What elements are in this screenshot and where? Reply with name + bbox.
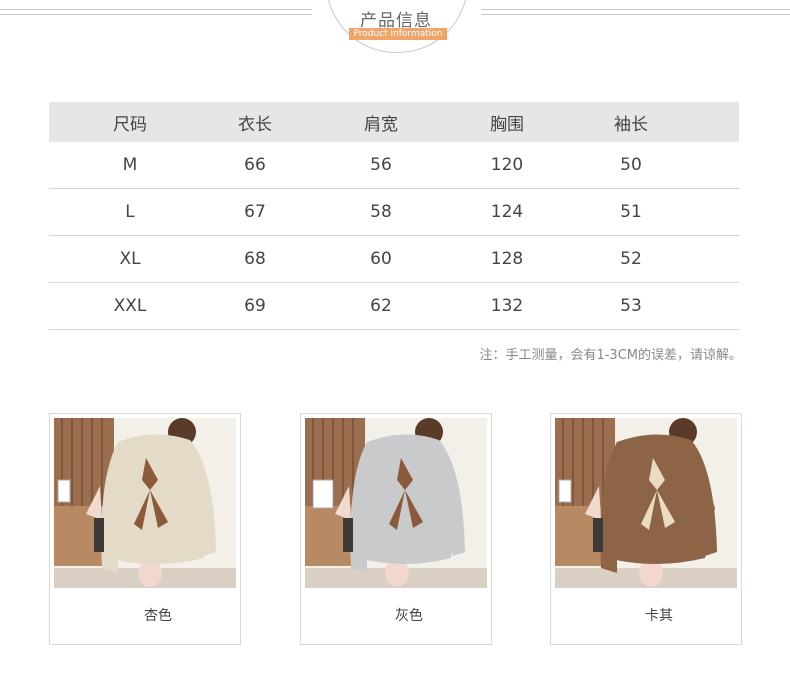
table-cell: 56 <box>370 155 392 175</box>
product-photo[interactable] <box>555 418 737 588</box>
size-table: 尺码 衣长 肩宽 胸围 袖长 M 66 56 120 50 L 67 58 12… <box>49 102 739 330</box>
table-cell: 53 <box>620 296 642 316</box>
table-cell: 124 <box>490 202 524 222</box>
color-name: 卡其 <box>645 608 673 624</box>
product-photo-illustration <box>54 418 236 588</box>
product-photo[interactable] <box>305 418 487 588</box>
table-header-cell: 胸围 <box>490 114 524 135</box>
table-cell: 132 <box>490 296 524 316</box>
product-card-khaki[interactable]: 卡其 <box>550 413 742 645</box>
color-swatch <box>551 606 567 622</box>
table-row: XL 68 60 128 52 <box>49 236 739 283</box>
color-name: 灰色 <box>395 608 423 624</box>
table-header-cell: 袖长 <box>614 114 648 135</box>
product-card-apricot[interactable]: 杏色 <box>49 413 241 645</box>
table-header-row: 尺码 衣长 肩宽 胸围 袖长 <box>49 102 739 142</box>
table-row: XXL 69 62 132 53 <box>49 283 739 330</box>
product-photo-illustration <box>305 418 487 588</box>
product-photo[interactable] <box>54 418 236 588</box>
color-name: 杏色 <box>144 608 172 624</box>
header-rule-right-bottom <box>481 14 790 15</box>
table-cell: 128 <box>490 249 524 269</box>
table-cell-size: XL <box>119 249 141 269</box>
table-cell: 52 <box>620 249 642 269</box>
table-row: L 67 58 124 51 <box>49 189 739 236</box>
color-swatch <box>50 606 66 622</box>
product-photo-illustration <box>555 418 737 588</box>
table-header-cell: 尺码 <box>113 114 147 135</box>
header-rule-right-top <box>481 9 790 10</box>
measurement-note: 注：手工测量，会有1-3CM的误差，请谅解。 <box>479 348 742 363</box>
header-rule-left-top <box>0 9 312 10</box>
table-cell: 50 <box>620 155 642 175</box>
table-cell-size: M <box>122 155 138 175</box>
table-cell-size: L <box>125 202 135 222</box>
table-row: M 66 56 120 50 <box>49 142 739 189</box>
table-cell: 67 <box>244 202 266 222</box>
table-header-cell: 肩宽 <box>364 114 398 135</box>
table-cell: 60 <box>370 249 392 269</box>
table-cell: 120 <box>490 155 524 175</box>
product-card-gray[interactable]: 灰色 <box>300 413 492 645</box>
table-cell: 58 <box>370 202 392 222</box>
table-cell: 51 <box>620 202 642 222</box>
table-cell: 66 <box>244 155 266 175</box>
table-cell: 68 <box>244 249 266 269</box>
color-swatch <box>301 606 317 622</box>
table-cell-size: XXL <box>113 296 147 316</box>
table-cell: 62 <box>370 296 392 316</box>
header-rule-left-bottom <box>0 14 312 15</box>
table-header-cell: 衣长 <box>238 114 272 135</box>
table-cell: 69 <box>244 296 266 316</box>
section-subtitle: Product information <box>349 28 447 40</box>
